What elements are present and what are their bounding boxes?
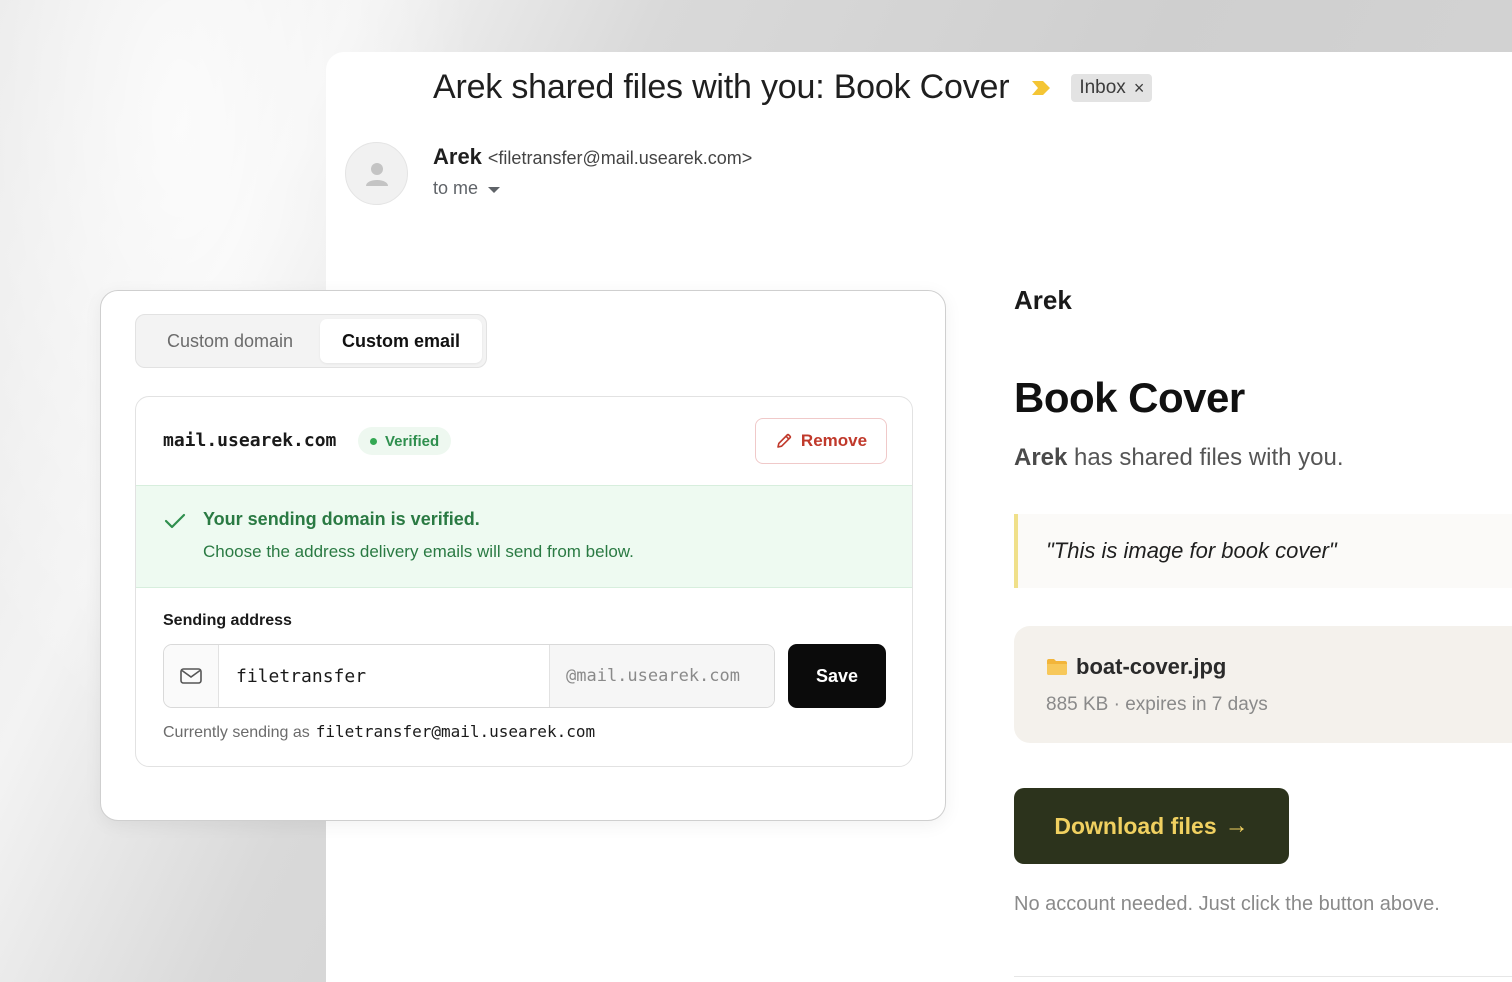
subtitle-sender: Arek — [1014, 444, 1068, 471]
status-badge: Verified — [358, 427, 452, 455]
remove-domain-button[interactable]: Remove — [755, 418, 887, 464]
download-files-button[interactable]: Download files → — [1014, 788, 1289, 864]
file-meta: 885 KB · expires in 7 days — [1046, 694, 1268, 715]
verification-alert: Your sending domain is verified. Choose … — [136, 485, 912, 588]
arrow-right-icon: → — [1224, 812, 1249, 839]
inbox-label-text: Inbox — [1079, 76, 1126, 98]
pencil-icon — [777, 433, 792, 448]
remove-label: Remove — [800, 431, 868, 450]
current-prefix: Currently sending as — [163, 724, 310, 741]
current-address: filetransfer@mail.usearek.com — [315, 722, 596, 741]
importance-marker-icon[interactable] — [1031, 80, 1051, 96]
sender-line: Arek <filetransfer@mail.usearek.com> — [433, 144, 752, 170]
mail-icon-cell — [164, 645, 219, 707]
settings-tabs: Custom domain Custom email — [135, 314, 487, 368]
save-button[interactable]: Save — [788, 644, 886, 708]
remove-label-icon[interactable]: × — [1134, 79, 1145, 97]
domain-panel: mail.usearek.com Verified Remove Your se… — [135, 396, 913, 767]
domain-suffix: @mail.usearek.com — [549, 645, 774, 707]
recipient-details-toggle[interactable]: to me — [433, 178, 501, 199]
file-name: boat-cover.jpg — [1076, 654, 1227, 679]
email-brand: Arek — [1014, 285, 1072, 315]
inbox-label-chip: Inbox × — [1071, 73, 1153, 102]
sender-avatar — [345, 142, 408, 205]
person-icon — [365, 162, 388, 186]
domain-header: mail.usearek.com Verified Remove — [136, 397, 912, 485]
alert-title: Your sending domain is verified. — [203, 509, 480, 529]
message-quote: "This is image for book cover" — [1014, 514, 1512, 588]
email-body-title: Book Cover — [1014, 374, 1245, 421]
check-icon — [164, 513, 186, 529]
status-text: Verified — [385, 432, 440, 450]
folder-icon — [1046, 658, 1068, 676]
subject-row: Arek shared files with you: Book Cover I… — [433, 68, 1153, 107]
sender-email: <filetransfer@mail.usearek.com> — [487, 148, 753, 168]
subtitle-text: has shared files with you. — [1067, 444, 1344, 471]
status-dot-icon — [370, 437, 377, 445]
email-body-subtitle: Arek has shared files with you. — [1014, 444, 1344, 472]
email-subject: Arek shared files with you: Book Cover — [433, 68, 1010, 106]
file-card: boat-cover.jpg 885 KB · expires in 7 day… — [1014, 626, 1512, 743]
sending-settings-card: Custom domain Custom email mail.usearek.… — [100, 290, 946, 821]
sending-address-input[interactable] — [219, 645, 549, 707]
caret-down-icon — [488, 186, 501, 193]
domain-name: mail.usearek.com — [163, 430, 337, 451]
sending-address-group: @mail.usearek.com — [163, 644, 775, 708]
footer-divider — [1014, 976, 1512, 977]
sender-name: Arek — [433, 144, 482, 169]
sending-address-label: Sending address — [163, 612, 292, 629]
download-files-label: Download files — [1054, 812, 1217, 839]
file-name-row: boat-cover.jpg — [1046, 654, 1226, 680]
mail-icon — [180, 668, 202, 684]
recipient-text: to me — [433, 178, 479, 198]
alert-text: Choose the address delivery emails will … — [203, 542, 634, 561]
tab-custom-email[interactable]: Custom email — [320, 319, 482, 363]
current-sending-line: Currently sending as filetransfer@mail.u… — [163, 722, 595, 742]
tab-custom-domain[interactable]: Custom domain — [140, 319, 320, 363]
footer-note: No account needed. Just click the button… — [1014, 893, 1440, 915]
